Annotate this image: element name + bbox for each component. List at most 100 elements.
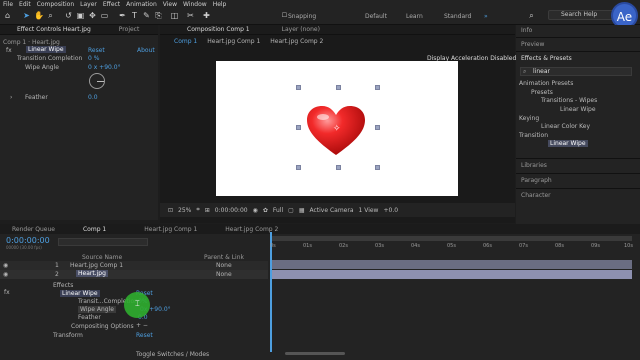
channel-icon[interactable]: ✿ (263, 207, 268, 214)
magnifier-icon[interactable]: ⊡ (168, 207, 173, 214)
playhead[interactable] (270, 232, 272, 352)
libraries-panel-title[interactable]: Libraries (521, 162, 547, 169)
tab-composition[interactable]: Composition Comp 1 (163, 26, 250, 33)
subtab-heart-comp2[interactable]: Heart.jpg Comp 2 (270, 38, 323, 45)
feather-stopwatch-icon[interactable]: › (10, 94, 12, 101)
tree-transition[interactable]: Transition (519, 132, 548, 139)
work-area-bar[interactable] (270, 236, 632, 241)
tree-linear-wipe-preset[interactable]: Linear Wipe (560, 106, 596, 113)
eraser-tool-icon[interactable]: ◫ (170, 11, 179, 20)
info-panel-title[interactable]: Info (521, 27, 532, 34)
menu-help[interactable]: Help (213, 1, 227, 8)
tab-layer[interactable]: Layer (none) (282, 26, 320, 33)
grid-icon[interactable]: ⊞ (205, 207, 210, 214)
col-parent-link[interactable]: Parent & Link (204, 254, 244, 261)
puppet-tool-icon[interactable]: ✚ (202, 11, 211, 20)
effect-name-linear-wipe[interactable]: Linear Wipe (26, 46, 66, 53)
subtab-heart-comp1[interactable]: Heart.jpg Comp 1 (207, 38, 260, 45)
timeline-current-time[interactable]: 0:00:00:00 (6, 236, 50, 245)
menu-composition[interactable]: Composition (37, 1, 74, 8)
transform-handle[interactable] (296, 125, 301, 130)
character-panel-title[interactable]: Character (521, 192, 551, 199)
tree-linear-wipe-effect[interactable]: Linear Wipe (548, 140, 588, 147)
col-source-name[interactable]: Source Name (82, 254, 122, 261)
transform-handle[interactable] (375, 125, 380, 130)
transform-group[interactable]: Transform (53, 332, 83, 339)
transparency-grid-icon[interactable]: ▦ (299, 207, 305, 214)
menu-layer[interactable]: Layer (80, 1, 97, 8)
search-help-input[interactable]: Search Help (548, 10, 614, 20)
hand-tool-icon[interactable]: ✋ (34, 11, 44, 20)
home-icon[interactable]: ⌂ (3, 11, 12, 20)
paragraph-panel-title[interactable]: Paragraph (521, 177, 552, 184)
anchor-point-icon[interactable]: ✧ (333, 124, 341, 134)
region-icon[interactable]: ▢ (288, 207, 294, 214)
effects-presets-title[interactable]: Effects & Presets (521, 55, 572, 62)
zoom-tool-icon[interactable]: ⌕ (46, 11, 55, 20)
visibility-eye-icon[interactable]: ◉ (3, 262, 8, 269)
view-layout-dropdown[interactable]: 1 View (359, 207, 379, 214)
mask-tool-icon[interactable]: ▭ (100, 11, 109, 20)
subtab-comp1[interactable]: Comp 1 (174, 38, 197, 45)
layer-duration-bar[interactable] (270, 260, 632, 269)
preview-panel-title[interactable]: Preview (521, 41, 544, 48)
wipe-angle-dial[interactable] (89, 73, 105, 89)
layer-row[interactable]: ◉ 1 Heart.jpg Comp 1 None (0, 261, 268, 270)
tab-heart-comp1[interactable]: Heart.jpg Comp 1 (144, 226, 197, 233)
effect-reset-button[interactable]: Reset (88, 47, 105, 54)
camera-tool-icon[interactable]: ▣ (76, 11, 85, 20)
visibility-eye-icon[interactable]: ◉ (3, 271, 8, 278)
zoom-dropdown[interactable]: 25% (178, 207, 191, 214)
effects-group[interactable]: Effects (53, 282, 73, 289)
layer-parent[interactable]: None (216, 271, 232, 278)
fit-icon[interactable]: ⌗ (196, 206, 199, 214)
exposure-value[interactable]: +0.0 (383, 207, 398, 214)
clone-tool-icon[interactable]: ⎘ (154, 11, 163, 20)
transform-handle[interactable] (296, 85, 301, 90)
prop-wipe-angle-value[interactable]: 0 x +90.0° (88, 64, 121, 71)
menu-effect[interactable]: Effect (103, 1, 120, 8)
camera-dropdown[interactable]: Active Camera (309, 207, 353, 214)
composition-canvas[interactable]: ✧ (216, 61, 458, 196)
current-time[interactable]: 0:00:00:00 (215, 207, 248, 214)
pen-tool-icon[interactable]: ✒ (118, 11, 127, 20)
layer-parent[interactable]: None (216, 262, 232, 269)
roto-tool-icon[interactable]: ✂ (186, 11, 195, 20)
compositing-add-remove[interactable]: + − (136, 322, 148, 329)
toggle-switches-modes[interactable]: Toggle Switches / Modes (136, 351, 209, 358)
type-tool-icon[interactable]: T (130, 11, 139, 20)
search-help-icon[interactable]: ⌕ (527, 11, 536, 20)
transform-handle[interactable] (336, 85, 341, 90)
workspace-learn[interactable]: Learn (406, 13, 423, 20)
effects-search-input[interactable]: linear (520, 67, 632, 76)
layer-row[interactable]: ◉ 2 Heart.jpg None (0, 270, 268, 279)
layer-name[interactable]: Heart.jpg (76, 270, 108, 277)
tab-effect-controls[interactable]: Effect Controls Heart.jpg (3, 26, 91, 33)
compositing-options[interactable]: Compositing Options (71, 323, 134, 330)
menu-edit[interactable]: Edit (19, 1, 31, 8)
menu-window[interactable]: Window (183, 1, 207, 8)
timeline-zoom-slider[interactable] (285, 352, 345, 355)
transform-handle[interactable] (375, 165, 380, 170)
tree-transitions-wipes[interactable]: Transitions - Wipes (541, 97, 597, 104)
menu-file[interactable]: File (3, 1, 13, 8)
tree-animation-presets[interactable]: Animation Presets (519, 80, 573, 87)
tree-keying[interactable]: Keying (519, 115, 539, 122)
layer-name[interactable]: Heart.jpg Comp 1 (70, 262, 123, 269)
workspace-more-icon[interactable]: » (484, 13, 488, 20)
workspace-standard[interactable]: Standard (444, 13, 471, 20)
rotate-tool-icon[interactable]: ↺ (64, 11, 73, 20)
menu-animation[interactable]: Animation (126, 1, 157, 8)
tab-project[interactable]: Project (119, 26, 140, 33)
tl-effect-linear-wipe[interactable]: Linear Wipe (60, 290, 100, 297)
effect-about-button[interactable]: About (137, 47, 155, 54)
prop-transition-completion-value[interactable]: 0 % (88, 55, 99, 62)
resolution-dropdown[interactable]: Full (273, 207, 283, 214)
tab-render-queue[interactable]: Render Queue (12, 226, 55, 233)
transform-handle[interactable] (375, 85, 380, 90)
layer-duration-bar[interactable] (270, 270, 632, 279)
workspace-default[interactable]: Default (365, 13, 387, 20)
snapshot-icon[interactable]: ◉ (253, 207, 258, 214)
brush-tool-icon[interactable]: ✎ (142, 11, 151, 20)
menu-view[interactable]: View (163, 1, 177, 8)
